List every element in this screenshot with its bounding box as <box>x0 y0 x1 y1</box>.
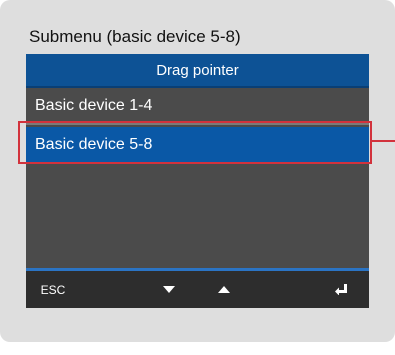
figure-panel: Submenu (basic device 5-8) Drag pointer … <box>0 0 395 342</box>
softkey-bar: ESC <box>26 271 369 308</box>
down-softkey[interactable] <box>159 271 179 308</box>
triangle-down-icon <box>163 286 175 293</box>
triangle-up-icon <box>218 286 230 293</box>
menu-item-label: Basic device 1-4 <box>35 97 153 114</box>
esc-softkey[interactable]: ESC <box>38 271 68 308</box>
menu-item-basic-device-1-4[interactable]: Basic device 1-4 <box>26 89 369 125</box>
panel-title: Submenu (basic device 5-8) <box>29 27 241 46</box>
enter-softkey[interactable] <box>331 271 351 308</box>
esc-label: ESC <box>40 282 66 297</box>
enter-arrow-icon <box>335 284 347 295</box>
up-softkey[interactable] <box>214 271 234 308</box>
device-screen: Drag pointer Basic device 1-4 Basic devi… <box>26 54 369 308</box>
screen-header: Drag pointer <box>26 54 369 88</box>
header-title: Drag pointer <box>156 61 239 79</box>
selection-highlight-box <box>18 121 372 164</box>
callout-line <box>372 140 395 142</box>
